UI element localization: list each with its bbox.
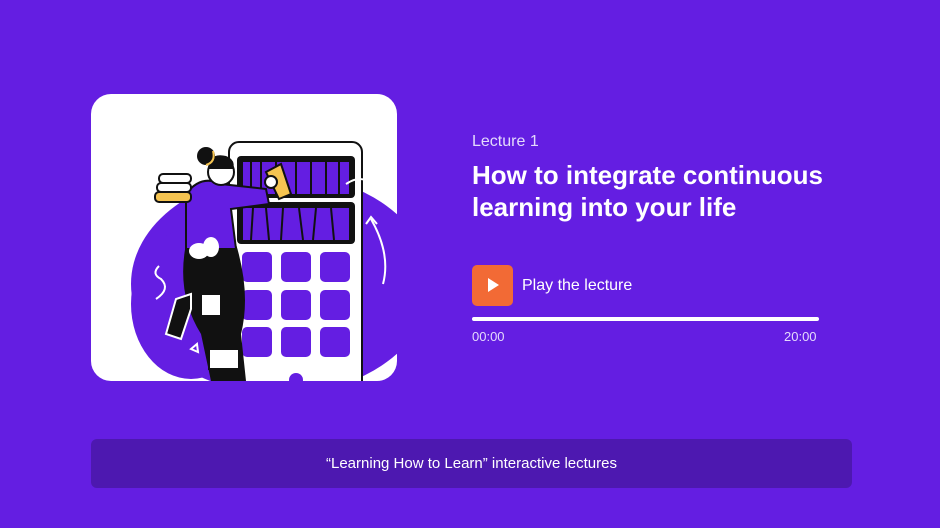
footer-text: “Learning How to Learn” interactive lect… (326, 455, 617, 472)
play-button[interactable] (472, 265, 513, 306)
books-stack (154, 173, 192, 203)
current-time: 00:00 (472, 329, 505, 344)
duration: 20:00 (784, 329, 817, 344)
play-icon (488, 278, 499, 292)
footer-banner: “Learning How to Learn” interactive lect… (91, 439, 852, 488)
lecture-illustration (91, 94, 397, 381)
lecture-number: Lecture 1 (472, 133, 539, 150)
play-label[interactable]: Play the lecture (522, 277, 632, 295)
progress-bar[interactable] (472, 317, 819, 321)
lecture-title: How to integrate continuous learning int… (472, 160, 823, 222)
